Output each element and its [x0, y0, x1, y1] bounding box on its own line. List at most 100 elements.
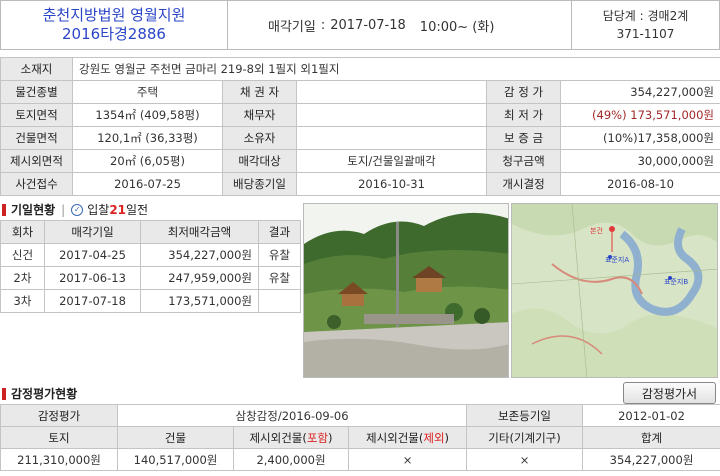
col-total: 합계 — [582, 426, 720, 449]
dept: 담당계 : 경매2계 — [602, 9, 689, 23]
phone: 371-1107 — [616, 27, 675, 41]
start-label: 개시결정 — [486, 172, 561, 196]
appraisal-section-title: 감정평가현황 — [2, 385, 77, 402]
sale-date: 2017-07-18 — [330, 17, 406, 33]
min-price-value: 173,571,000원 — [630, 108, 714, 122]
table-header-row: 토지 건물 제시외건물(포함) 제시외건물(제외) 기타(기계기구) 합계 — [0, 426, 720, 449]
receipt-date: 2016-07-25 — [72, 172, 223, 196]
type-label: 물건종별 — [0, 80, 73, 104]
table-row: 물건종별 주택 채 권 자 감 정 가 354,227,000원 — [0, 80, 720, 104]
table-row: 사건접수 2016-07-25 배당종기일 2016-10-31 개시결정 20… — [0, 172, 720, 196]
excluded-area-label: 제시외면적 — [0, 149, 73, 173]
col-extra-excluded: 제시외건물(제외) — [347, 426, 468, 449]
map-label-main: 본건 — [590, 226, 603, 235]
claim-amount: 30,000,000원 — [560, 149, 720, 173]
table-row: 3차 2017-07-18 173,571,000원 — [0, 289, 301, 313]
col-extra-excluded-b: 제외 — [423, 430, 445, 445]
property-info-table: 소재지 강원도 영월군 주천면 금마리 219-8외 1필지 외1필지 물건종별… — [0, 57, 720, 196]
table-row: 2차 2017-06-13 247,959,000원 유찰 — [0, 266, 301, 290]
bid-suffix: 일전 — [126, 203, 149, 217]
sale-target: 토지/건물일괄매각 — [296, 149, 487, 173]
auction-section-title: 기일현황 | ✓ 입찰 21 일전 — [2, 201, 148, 218]
table-row: 신건 2017-04-25 354,227,000원 유찰 — [0, 243, 301, 267]
table-header-row: 회차 매각기일 최저매각금액 결과 — [0, 220, 301, 244]
sale-date-block: 매각기일 : 2017-07-18 10:00~ (화) — [228, 1, 571, 49]
col-round: 회차 — [0, 220, 45, 244]
map-label-b: 표준지B — [664, 277, 688, 286]
total-value: 354,227,000원 — [582, 448, 720, 471]
table-row: 제시외면적 20㎡ (6,05평) 매각대상 토지/건물일괄매각 청구금액 30… — [0, 149, 720, 173]
extra-excluded-value: × — [347, 448, 468, 471]
table-row: 211,310,000원 140,517,000원 2,400,000원 × ×… — [0, 448, 720, 471]
case-header: 춘천지방법원 영월지원 2016타경2886 매각기일 : 2017-07-18… — [0, 0, 720, 50]
bid-prefix: 입찰 — [87, 203, 110, 217]
preserve-label: 보존등기일 — [466, 404, 584, 427]
debtor — [296, 103, 487, 127]
other-value: × — [466, 448, 584, 471]
land-value: 211,310,000원 — [0, 448, 118, 471]
round: 3차 — [0, 289, 45, 313]
round: 2차 — [0, 266, 45, 290]
appraisal-price: 354,227,000원 — [560, 80, 720, 104]
address-label: 소재지 — [0, 57, 73, 81]
price: 173,571,000원 — [140, 289, 259, 313]
col-close: ) — [444, 430, 450, 445]
sale-date-label: 매각기일 — [268, 19, 316, 35]
claim-label: 청구금액 — [486, 149, 561, 173]
extra-included-value: 2,400,000원 — [233, 448, 349, 471]
price: 354,227,000원 — [140, 243, 259, 267]
result: 유찰 — [258, 243, 301, 267]
location-map[interactable]: 본건 표준지A 표준지B — [511, 203, 718, 378]
appraisal-report-button[interactable]: 감정평가서 — [623, 382, 716, 404]
col-extra-excluded-a: 제시외건물( — [365, 430, 424, 445]
check-circle-icon: ✓ — [71, 203, 84, 216]
col-land: 토지 — [0, 426, 118, 449]
appraisal-title: 감정평가현황 — [11, 387, 78, 401]
auction-title: 기일현황 — [11, 203, 56, 217]
agency: 삼창감정/2016-09-06 — [116, 404, 468, 427]
address: 강원도 영월군 주천면 금마리 219-8외 1필지 외1필지 — [72, 57, 720, 81]
col-price: 최저매각금액 — [140, 220, 259, 244]
date: 2017-07-18 — [44, 289, 141, 313]
owner-label: 소유자 — [222, 126, 297, 150]
building-area: 120,1㎡ (36,33평) — [72, 126, 223, 150]
divider: | — [61, 202, 66, 217]
auction-table: 회차 매각기일 최저매각금액 결과 신건 2017-04-25 354,227,… — [0, 220, 301, 313]
appraisal-label: 감 정 가 — [486, 80, 561, 104]
building-value: 140,517,000원 — [117, 448, 234, 471]
property-photo-image — [304, 204, 508, 377]
date: 2017-06-13 — [44, 266, 141, 290]
start-date: 2016-08-10 — [560, 172, 720, 196]
owner — [296, 126, 487, 150]
col-extra-included: 제시외건물(포함) — [233, 426, 349, 449]
table-row: 토지면적 1354㎡ (409,58평) 채무자 최 저 가 (49%) 173… — [0, 103, 720, 127]
min-price-label: 최 저 가 — [486, 103, 561, 127]
col-date: 매각기일 — [44, 220, 141, 244]
appraisal-table: 감정평가 삼창감정/2016-09-06 보존등기일 2012-01-02 토지… — [0, 404, 720, 471]
round: 신건 — [0, 243, 45, 267]
deposit: (10%)17,358,000원 — [560, 126, 720, 150]
land-area: 1354㎡ (409,58평) — [72, 103, 223, 127]
bid-days: 21 — [109, 202, 127, 217]
creditor-label: 채 권 자 — [222, 80, 297, 104]
agency-label: 감정평가 — [0, 404, 118, 427]
col-close: ) — [328, 430, 333, 445]
table-row: 건물면적 120,1㎡ (36,33평) 소유자 보 증 금 (10%)17,3… — [0, 126, 720, 150]
creditor — [296, 80, 487, 104]
col-extra-included-b: 포함 — [306, 430, 329, 445]
dist-label: 배당종기일 — [222, 172, 297, 196]
sale-time: 10:00~ (화) — [419, 19, 495, 35]
debtor-label: 채무자 — [222, 103, 297, 127]
land-label: 토지면적 — [0, 103, 73, 127]
receipt-label: 사건접수 — [0, 172, 73, 196]
colon: : — [320, 17, 326, 33]
dept-block: 담당계 : 경매2계 371-1107 — [571, 1, 719, 49]
section-marker — [2, 203, 6, 216]
property-photo[interactable] — [303, 203, 509, 378]
court-block: 춘천지방법원 영월지원 2016타경2886 — [1, 1, 228, 49]
dist-date: 2016-10-31 — [296, 172, 487, 196]
col-other: 기타(기계기구) — [466, 426, 584, 449]
result — [258, 289, 301, 313]
result: 유찰 — [258, 266, 301, 290]
excluded-area: 20㎡ (6,05평) — [72, 149, 223, 173]
